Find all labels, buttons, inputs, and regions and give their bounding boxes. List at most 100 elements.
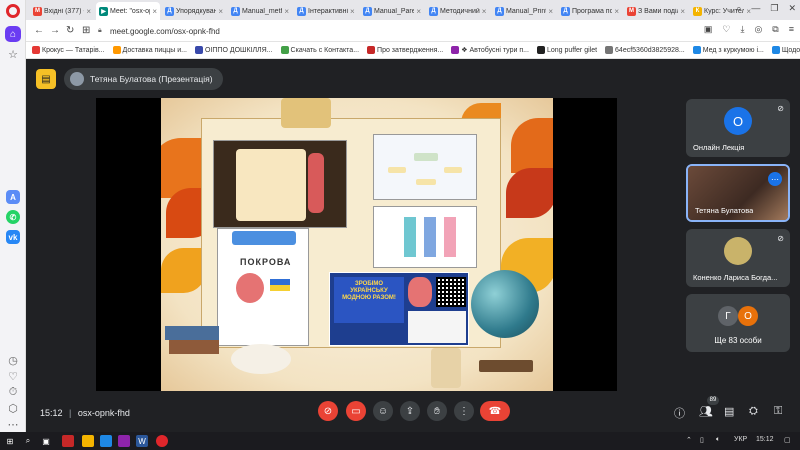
notifications-icon[interactable]: ▢ bbox=[784, 436, 791, 444]
browser-tab[interactable]: Д Інтерактивні × bbox=[294, 2, 358, 20]
host-controls-icon[interactable]: ⚿ bbox=[774, 405, 782, 418]
forward-icon[interactable]: → bbox=[50, 25, 60, 36]
close-tab-icon[interactable]: × bbox=[482, 7, 487, 16]
whatsapp-icon[interactable]: ✆ bbox=[6, 210, 20, 224]
close-tab-icon[interactable]: × bbox=[614, 7, 619, 16]
participant-tile[interactable]: ⊘ Коненко Лариса Богда... bbox=[686, 229, 790, 287]
mic-toggle-button[interactable]: ⊘ bbox=[318, 401, 338, 421]
language-indicator[interactable]: УКР bbox=[734, 436, 747, 443]
folder-icon[interactable] bbox=[82, 435, 94, 447]
opera-logo-icon[interactable] bbox=[6, 4, 20, 18]
browser-tab[interactable]: ▶Meet: "osx-opnk-× bbox=[96, 2, 160, 20]
camera-icon[interactable]: ▣ bbox=[704, 24, 713, 35]
history-icon[interactable]: ◷ bbox=[5, 352, 21, 368]
browser-tab[interactable]: M Вхідні (377) - × bbox=[30, 2, 94, 20]
url-field[interactable]: 🔒︎ meet.google.com/osx-opnk-fhd bbox=[98, 23, 658, 39]
bookmark-item[interactable]: ОІППО ДОШКІЛЛЯ... bbox=[195, 46, 273, 54]
qr-code-image bbox=[436, 277, 466, 307]
app-icon[interactable] bbox=[100, 435, 112, 447]
cube-icon[interactable]: ⬡ bbox=[5, 400, 21, 416]
windows-start-icon[interactable]: ⊞ bbox=[4, 435, 16, 447]
close-tab-icon[interactable]: × bbox=[416, 7, 421, 16]
present-screen-icon: ⇪ bbox=[405, 405, 415, 417]
menu-icon[interactable]: ≡ bbox=[789, 24, 794, 35]
browser-tab[interactable]: Д Manual_meth × bbox=[228, 2, 292, 20]
doc-icon: Д bbox=[165, 6, 174, 16]
meeting-code: osx-opnk-fhd bbox=[77, 408, 130, 418]
maximize-icon[interactable]: ❐ bbox=[770, 3, 778, 14]
people-icon[interactable]: 👥︎ bbox=[699, 405, 713, 418]
tab-label: Упорядкуван... bbox=[176, 7, 217, 15]
bookmark-item[interactable]: Доставка пиццы и... bbox=[112, 46, 187, 54]
browser-tab[interactable]: Д Програма по × bbox=[558, 2, 622, 20]
heart-icon[interactable]: ♡ bbox=[5, 368, 21, 384]
bookmark-label: Про затвердження... bbox=[377, 46, 444, 54]
reactions-button[interactable]: ☺ bbox=[373, 401, 393, 421]
browser-tab[interactable]: MЗ Вами поділ × bbox=[624, 2, 688, 20]
leave-call-button[interactable]: ☎ bbox=[480, 401, 510, 421]
clock-icon[interactable]: ⏱ bbox=[5, 384, 21, 400]
camera-toggle-button[interactable]: ▭ bbox=[346, 401, 366, 421]
snapshot-icon[interactable]: ◎ bbox=[754, 24, 762, 35]
info-icon[interactable]: ⓘ bbox=[674, 405, 685, 421]
close-tab-icon[interactable]: × bbox=[152, 7, 157, 16]
app-icon[interactable] bbox=[62, 435, 74, 447]
home-icon[interactable]: ⌂ bbox=[5, 26, 21, 42]
participant-tile[interactable]: ⊘ О Онлайн Лекція bbox=[686, 99, 790, 157]
network-icon[interactable]: ▯ bbox=[700, 436, 704, 444]
close-tab-icon[interactable]: × bbox=[680, 7, 685, 16]
vk-icon[interactable]: vk bbox=[6, 230, 20, 244]
close-window-icon[interactable]: ✕ bbox=[788, 3, 796, 14]
present-button[interactable]: ⇪ bbox=[400, 401, 420, 421]
bookmark-item[interactable]: Long puffer gilet bbox=[536, 46, 597, 54]
opera-taskbar-icon[interactable] bbox=[156, 435, 168, 447]
bookmark-item[interactable]: Скачать с Контакта... bbox=[280, 46, 359, 54]
minimize-icon[interactable]: — bbox=[751, 3, 760, 14]
bookmark-item[interactable]: ❖ Автобусні тури п... bbox=[451, 46, 529, 54]
raise-hand-button[interactable]: ✋︎ bbox=[427, 401, 447, 421]
browser-tab[interactable]: Д Manual_Print × bbox=[492, 2, 556, 20]
bookmark-item[interactable]: Крокус — Татарів... bbox=[32, 46, 105, 54]
slide-thumbnail-exercise bbox=[373, 206, 477, 268]
bookmark-item[interactable]: Мед з куркумою і... bbox=[692, 46, 764, 54]
taskbar-clock[interactable]: 15:12 bbox=[756, 436, 774, 443]
chat-icon[interactable]: ▤ bbox=[724, 405, 734, 418]
word-icon[interactable]: W bbox=[136, 435, 148, 447]
close-tab-icon[interactable]: × bbox=[350, 7, 355, 16]
bookmark-item[interactable]: 64ecf5360d3825928... bbox=[605, 46, 685, 54]
download-icon[interactable]: ⤓ bbox=[740, 24, 744, 35]
close-tab-icon[interactable]: × bbox=[218, 7, 223, 16]
close-tab-icon[interactable]: × bbox=[548, 7, 553, 16]
meeting-info: 15:12 | osx-opnk-fhd bbox=[40, 408, 130, 418]
back-icon[interactable]: ← bbox=[34, 25, 44, 36]
volume-icon[interactable]: 🔈︎ bbox=[716, 436, 720, 444]
bookmark-item[interactable]: Щодо організації в... bbox=[771, 46, 800, 54]
aria-icon[interactable]: A bbox=[6, 190, 20, 204]
hand-icon: ✋︎ bbox=[434, 405, 440, 417]
browser-tab[interactable]: ДУпорядкуван...× bbox=[162, 2, 226, 20]
task-view-icon[interactable]: ▣ bbox=[40, 435, 52, 447]
bookmark-item[interactable]: Про затвердження... bbox=[367, 46, 443, 54]
bookmark-heart-icon[interactable]: ♡ bbox=[722, 24, 730, 35]
star-icon[interactable]: ☆ bbox=[5, 46, 21, 62]
other-participants-tile[interactable]: Г О Ще 83 особи bbox=[686, 294, 790, 352]
close-tab-icon[interactable]: × bbox=[86, 7, 91, 16]
browser-tab[interactable]: Д Методичний × bbox=[426, 2, 490, 20]
more-options-button[interactable]: ⋮ bbox=[454, 401, 474, 421]
reload-icon[interactable]: ↻ bbox=[66, 25, 74, 36]
more-icon[interactable]: ⋯ bbox=[5, 416, 21, 432]
browser-tab[interactable]: ДManual_Paren× bbox=[360, 2, 424, 20]
participant-tile-active[interactable]: ⋯ Тетяна Булатова bbox=[686, 164, 790, 222]
more-options-icon[interactable]: ⋯ bbox=[768, 172, 782, 186]
activities-icon[interactable]: ⛭ bbox=[749, 405, 758, 418]
meet-icon: ▶ bbox=[99, 6, 108, 16]
meeting-time: 15:12 bbox=[40, 408, 63, 418]
search-tabs-icon[interactable]: ⌕ bbox=[736, 3, 741, 14]
tray-chevron-icon[interactable]: ⌃ bbox=[686, 436, 692, 444]
extensions-icon[interactable]: ⧉ bbox=[772, 24, 778, 35]
search-icon[interactable]: ⌕ bbox=[22, 435, 34, 447]
tab-label: Manual_Paren bbox=[374, 7, 415, 15]
viber-icon[interactable] bbox=[118, 435, 130, 447]
close-tab-icon[interactable]: × bbox=[284, 7, 289, 16]
speed-dial-icon[interactable]: ⊞ bbox=[82, 25, 90, 36]
